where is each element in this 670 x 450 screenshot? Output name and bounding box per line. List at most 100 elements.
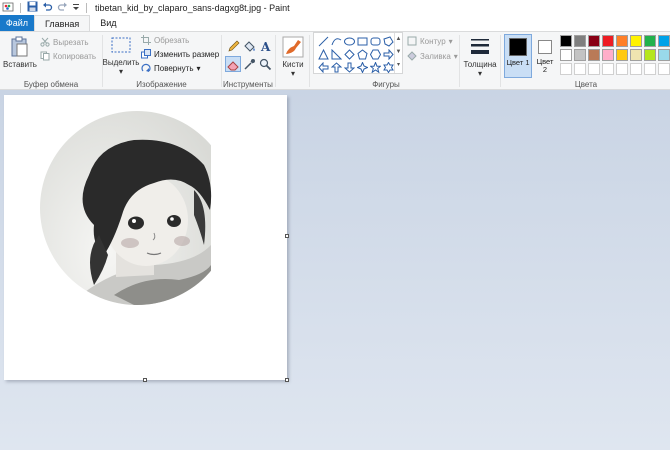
brushes-label: Кисти ▾ — [282, 60, 304, 78]
outline-button[interactable]: Контур ▾ — [407, 36, 453, 46]
customize-toolbar-icon[interactable] — [72, 2, 80, 14]
size-button[interactable]: Толщина ▾ — [462, 36, 498, 78]
palette-swatch[interactable] — [602, 35, 614, 47]
rotate-icon — [141, 63, 151, 72]
rotate-label: Повернуть — [154, 63, 194, 73]
canvas-resize-handle-right[interactable] — [285, 234, 289, 238]
tab-view[interactable]: Вид — [90, 15, 126, 31]
undo-icon[interactable] — [42, 1, 53, 14]
palette-swatch[interactable] — [560, 49, 572, 61]
palette-swatch[interactable] — [630, 49, 642, 61]
palette-swatch[interactable] — [588, 49, 600, 61]
separator — [275, 35, 276, 87]
curve-shape-icon[interactable] — [330, 35, 342, 47]
image-group-label: Изображение — [136, 80, 187, 89]
select-icon — [111, 37, 131, 53]
down-arrow-shape-icon[interactable] — [343, 61, 355, 73]
six-point-star-shape-icon[interactable] — [382, 61, 394, 73]
fill-bucket-icon[interactable] — [241, 38, 257, 54]
color1-button[interactable]: Цвет 1 — [504, 34, 532, 78]
paint-app-icon[interactable] — [2, 1, 14, 15]
five-point-star-shape-icon[interactable] — [369, 61, 381, 73]
copy-button[interactable]: Копировать — [40, 51, 96, 61]
separator — [20, 2, 21, 13]
pencil-icon[interactable] — [225, 38, 241, 54]
resize-icon — [141, 49, 151, 59]
resize-label: Изменить размер — [154, 49, 220, 59]
colors-group: Цвет 1 Цвет 2 Цвета — [502, 32, 670, 90]
resize-button[interactable]: Изменить размер — [141, 49, 219, 59]
up-arrow-shape-icon[interactable] — [330, 61, 342, 73]
right-arrow-shape-icon[interactable] — [382, 48, 394, 60]
palette-swatch[interactable] — [658, 49, 670, 61]
custom-color-swatch[interactable] — [616, 63, 628, 75]
palette-swatch[interactable] — [616, 49, 628, 61]
canvas-resize-handle-bottom[interactable] — [143, 378, 147, 382]
brushes-button[interactable]: Кисти ▾ — [278, 36, 308, 78]
oval-shape-icon[interactable] — [343, 35, 355, 47]
canvas-resize-handle-corner[interactable] — [285, 378, 289, 382]
canvas-workspace[interactable] — [0, 90, 670, 450]
left-arrow-shape-icon[interactable] — [317, 61, 329, 73]
paste-button[interactable]: Вставить — [3, 36, 37, 69]
tab-home[interactable]: Главная — [34, 15, 91, 31]
hexagon-shape-icon[interactable] — [369, 48, 381, 60]
tab-file[interactable]: Файл — [0, 15, 34, 31]
fill-button[interactable]: Заливка ▾ — [407, 51, 458, 61]
crop-button[interactable]: Обрезать — [141, 35, 189, 45]
line-thickness-icon — [471, 39, 489, 54]
save-icon[interactable] — [27, 1, 38, 14]
palette-swatch[interactable] — [602, 49, 614, 61]
cut-button[interactable]: Вырезать — [40, 37, 89, 47]
line-shape-icon[interactable] — [317, 35, 329, 47]
ribbon-tabs: Файл Главная Вид — [0, 15, 670, 31]
color1-swatch — [509, 38, 527, 56]
right-triangle-shape-icon[interactable] — [330, 48, 342, 60]
fill-icon — [407, 51, 417, 61]
drawing-canvas[interactable] — [4, 95, 287, 380]
polygon-shape-icon[interactable] — [382, 35, 394, 47]
diamond-shape-icon[interactable] — [343, 48, 355, 60]
palette-swatch[interactable] — [630, 35, 642, 47]
magnifier-icon[interactable] — [257, 56, 273, 72]
crop-label: Обрезать — [154, 35, 190, 45]
custom-color-swatch[interactable] — [560, 63, 572, 75]
fill-label: Заливка — [420, 51, 451, 61]
palette-swatch[interactable] — [574, 35, 586, 47]
custom-color-swatch[interactable] — [602, 63, 614, 75]
outline-label: Контур — [420, 36, 446, 46]
rotate-button[interactable]: Повернуть ▾ — [141, 63, 201, 73]
custom-color-swatch[interactable] — [658, 63, 670, 75]
chevron-down-icon: ▾ — [448, 36, 453, 46]
palette-swatch[interactable] — [588, 35, 600, 47]
color2-label: Цвет 2 — [536, 57, 554, 74]
palette-swatch[interactable] — [616, 35, 628, 47]
color-picker-icon[interactable] — [241, 56, 257, 72]
rounded-rectangle-shape-icon[interactable] — [369, 35, 381, 47]
custom-color-swatch[interactable] — [644, 63, 656, 75]
custom-color-swatch[interactable] — [630, 63, 642, 75]
palette-swatch[interactable] — [658, 35, 670, 47]
eraser-icon[interactable] — [225, 56, 241, 72]
quick-access-toolbar — [0, 1, 89, 15]
custom-color-swatch[interactable] — [574, 63, 586, 75]
palette-swatch[interactable] — [560, 35, 572, 47]
chevron-down-icon: ▾ — [453, 51, 458, 61]
color2-button[interactable]: Цвет 2 — [534, 34, 556, 78]
palette-swatch[interactable] — [644, 35, 656, 47]
colors-group-label: Цвета — [574, 80, 598, 89]
image-group: Выделить ▾ Обрезать Изменить размер Повер… — [103, 32, 220, 90]
chevron-down-icon: ▾ — [477, 69, 482, 78]
pentagon-shape-icon[interactable] — [356, 48, 368, 60]
select-button[interactable]: Выделить ▾ — [103, 36, 139, 76]
palette-swatch[interactable] — [644, 49, 656, 61]
rectangle-shape-icon[interactable] — [356, 35, 368, 47]
triangle-shape-icon[interactable] — [317, 48, 329, 60]
four-point-star-shape-icon[interactable] — [356, 61, 368, 73]
custom-color-swatch[interactable] — [588, 63, 600, 75]
tools-group: A Инструменты — [222, 32, 274, 90]
shapes-gallery-scroll[interactable]: ▲ ▼ ▾ — [394, 33, 402, 73]
redo-icon[interactable] — [57, 1, 68, 14]
palette-swatch[interactable] — [574, 49, 586, 61]
text-tool-icon[interactable]: A — [257, 38, 273, 54]
